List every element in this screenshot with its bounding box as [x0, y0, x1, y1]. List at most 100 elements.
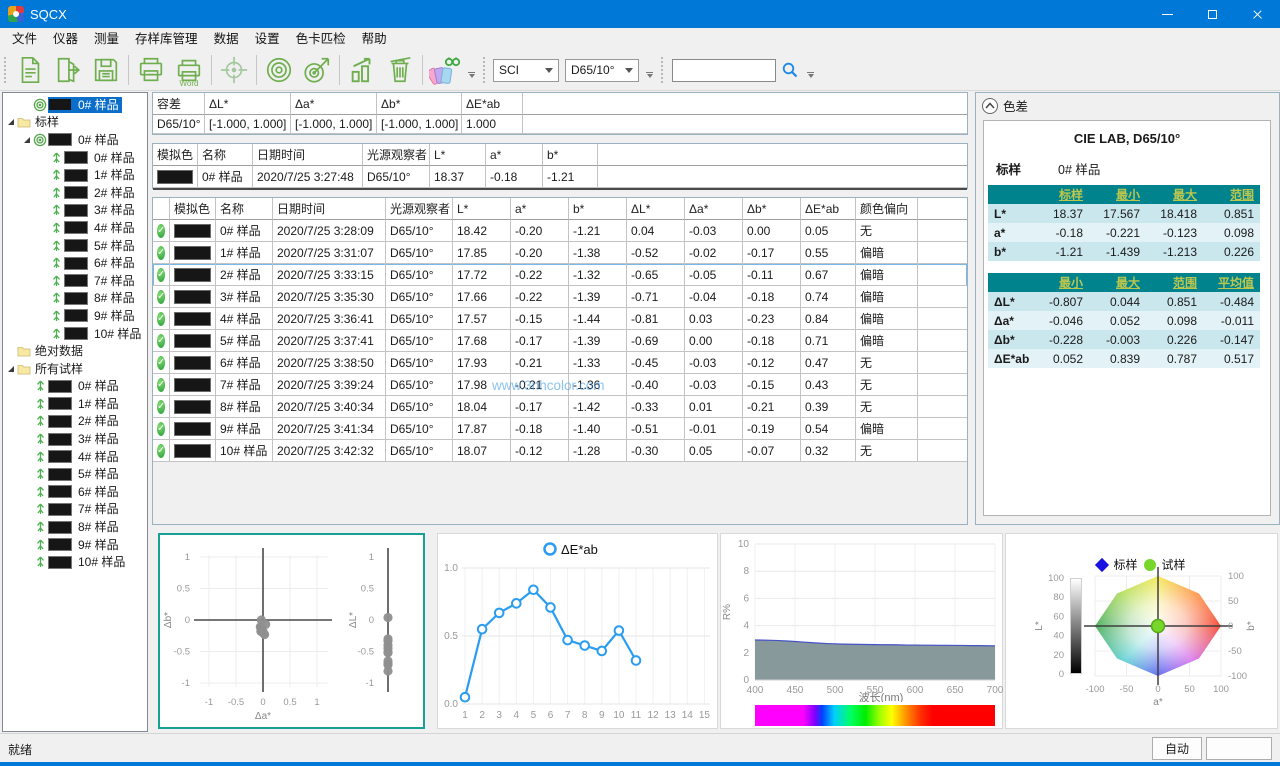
toolbar-grip[interactable]	[660, 57, 665, 83]
tree-item-4样品-7[interactable]: 4# 样品	[3, 219, 147, 237]
cell: -0.81	[627, 308, 685, 330]
maximize-button[interactable]	[1190, 0, 1235, 28]
sample-icon	[48, 256, 64, 270]
tree-item-0样品-0[interactable]: 0# 样品	[3, 96, 147, 114]
tree-expander-icon[interactable]	[21, 137, 32, 143]
toolbar-overflow-button[interactable]	[468, 72, 475, 78]
measure-sample-button[interactable]	[298, 52, 336, 88]
cell: ΔL*	[627, 198, 685, 220]
standard-row[interactable]: 0# 样品2020/7/25 3:27:48D65/10°18.37-0.18-…	[153, 166, 967, 190]
tree-item-6样品-22[interactable]: 6# 样品	[3, 483, 147, 501]
auto-button[interactable]: 自动	[1152, 737, 1202, 760]
menu-item-3[interactable]: 存样库管理	[127, 28, 206, 50]
tree-item-9样品-12[interactable]: 9# 样品	[3, 307, 147, 325]
tree-item-5样品-8[interactable]: 5# 样品	[3, 237, 147, 255]
tree-item-4样品-20[interactable]: 4# 样品	[3, 448, 147, 466]
tree-item-所有试样-15[interactable]: 所有试样	[3, 360, 147, 378]
tree-item-0样品-16[interactable]: 0# 样品	[3, 378, 147, 396]
export-button[interactable]	[49, 52, 87, 88]
sample-row-4[interactable]: ✓4# 样品2020/7/25 3:36:41D65/10°17.57-0.15…	[153, 308, 967, 330]
svg-text:0.5: 0.5	[283, 697, 296, 708]
tree-item-label: 0# 样品	[91, 150, 138, 166]
tree-item-5样品-21[interactable]: 5# 样品	[3, 465, 147, 483]
cell: b*	[543, 144, 598, 166]
tree-item-绝对数据-14[interactable]: 绝对数据	[3, 342, 147, 360]
cell: -0.12	[743, 352, 801, 374]
sample-row-5[interactable]: ✓5# 样品2020/7/25 3:37:41D65/10°17.68-0.17…	[153, 330, 967, 352]
menu-item-1[interactable]: 仪器	[45, 28, 86, 50]
sample-row-6[interactable]: ✓6# 样品2020/7/25 3:38:50D65/10°17.93-0.21…	[153, 352, 967, 374]
search-icon[interactable]	[781, 61, 799, 84]
search-input[interactable]	[672, 59, 776, 82]
tree-item-0样品-2[interactable]: 0# 样品	[3, 131, 147, 149]
new-document-button[interactable]	[11, 52, 49, 88]
sample-row-10[interactable]: ✓10# 样品2020/7/25 3:42:32D65/10°18.07-0.1…	[153, 440, 967, 462]
export-word-button[interactable]: Word	[170, 52, 208, 88]
lab-color-space-chart-panel[interactable]: 标样试样-100-50050100a*100500-50-100b*100806…	[1005, 533, 1278, 729]
sample-row-2[interactable]: ✓2# 样品2020/7/25 3:33:15D65/10°17.72-0.22…	[153, 264, 967, 286]
statistics-button[interactable]	[343, 52, 381, 88]
save-button[interactable]	[87, 52, 125, 88]
color-swatch	[64, 309, 88, 322]
tree-item-2样品-18[interactable]: 2# 样品	[3, 413, 147, 431]
color-swatch	[64, 151, 88, 164]
illuminant-observer-select[interactable]: D65/10°	[565, 59, 639, 82]
status-text: 就绪	[8, 741, 32, 758]
tree-item-6样品-9[interactable]: 6# 样品	[3, 254, 147, 272]
menu-item-7[interactable]: 帮助	[354, 28, 395, 50]
tree-item-10样品-13[interactable]: 10# 样品	[3, 325, 147, 343]
svg-text:0: 0	[260, 697, 265, 708]
tree-item-8样品-11[interactable]: 8# 样品	[3, 290, 147, 308]
sample-row-0[interactable]: ✓0# 样品2020/7/25 3:28:09D65/10°18.42-0.20…	[153, 220, 967, 242]
sample-row-8[interactable]: ✓8# 样品2020/7/25 3:40:34D65/10°18.04-0.17…	[153, 396, 967, 418]
toolbar-separator	[128, 55, 129, 85]
tree-expander-icon[interactable]	[5, 119, 16, 125]
collapse-panel-button[interactable]	[982, 98, 998, 114]
svg-text:0: 0	[369, 615, 374, 626]
cell	[153, 198, 170, 220]
tree-item-7样品-23[interactable]: 7# 样品	[3, 501, 147, 519]
pass-check-icon: ✓	[153, 286, 170, 308]
tree-expander-icon[interactable]	[5, 366, 16, 372]
cell: -0.19	[743, 418, 801, 440]
tree-item-10样品-26[interactable]: 10# 样品	[3, 553, 147, 571]
toolbar-grip[interactable]	[482, 57, 487, 83]
sample-row-9[interactable]: ✓9# 样品2020/7/25 3:41:34D65/10°17.87-0.18…	[153, 418, 967, 440]
tree-item-2样品-5[interactable]: 2# 样品	[3, 184, 147, 202]
tolerance-row[interactable]: D65/10°[-1.000, 1.000][-1.000, 1.000][-1…	[153, 115, 967, 134]
toolbar-grip[interactable]	[3, 57, 8, 83]
menu-item-6[interactable]: 色卡匹检	[288, 28, 354, 50]
tree-item-标样-1[interactable]: 标样	[3, 114, 147, 132]
tree-item-9样品-25[interactable]: 9# 样品	[3, 536, 147, 554]
menu-item-2[interactable]: 测量	[86, 28, 127, 50]
measurement-mode-select[interactable]: SCI	[493, 59, 559, 82]
tree-item-1样品-17[interactable]: 1# 样品	[3, 395, 147, 413]
print-button[interactable]	[132, 52, 170, 88]
tree-item-8样品-24[interactable]: 8# 样品	[3, 518, 147, 536]
tree-item-0样品-3[interactable]: 0# 样品	[3, 149, 147, 167]
svg-text:500: 500	[827, 685, 844, 696]
color-card-search-button[interactable]	[426, 52, 464, 88]
delta-e-trend-chart-panel[interactable]: 0.00.51.0123456789101112131415ΔE*ab	[437, 533, 718, 729]
sample-row-1[interactable]: ✓1# 样品2020/7/25 3:31:07D65/10°17.85-0.20…	[153, 242, 967, 264]
tree-item-7样品-10[interactable]: 7# 样品	[3, 272, 147, 290]
sample-row-3[interactable]: ✓3# 样品2020/7/25 3:35:30D65/10°17.66-0.22…	[153, 286, 967, 308]
menu-item-4[interactable]: 数据	[206, 28, 247, 50]
scatter-chart-panel[interactable]: -1-0.500.5110.50-0.5-1Δb*Δa*10.50-0.5-1Δ…	[158, 533, 425, 729]
close-button[interactable]	[1235, 0, 1280, 28]
delete-button[interactable]	[381, 52, 419, 88]
minimize-button[interactable]	[1145, 0, 1190, 28]
toolbar-overflow-button[interactable]	[807, 72, 814, 78]
measure-standard-button[interactable]	[260, 52, 298, 88]
svg-text:650: 650	[947, 685, 964, 696]
tree-item-3样品-19[interactable]: 3# 样品	[3, 430, 147, 448]
cell: -0.04	[685, 286, 743, 308]
menu-item-0[interactable]: 文件	[4, 28, 45, 50]
spectral-reflectance-chart-panel[interactable]: 0246810400450500550600650700R%波长(nm)	[720, 533, 1003, 729]
toolbar-overflow-button[interactable]	[646, 72, 653, 78]
value-cell: -0.003	[1089, 333, 1146, 347]
tree-item-1样品-4[interactable]: 1# 样品	[3, 166, 147, 184]
tree-item-3样品-6[interactable]: 3# 样品	[3, 202, 147, 220]
menu-item-5[interactable]: 设置	[247, 28, 288, 50]
row-label: Δb*	[988, 333, 1032, 347]
